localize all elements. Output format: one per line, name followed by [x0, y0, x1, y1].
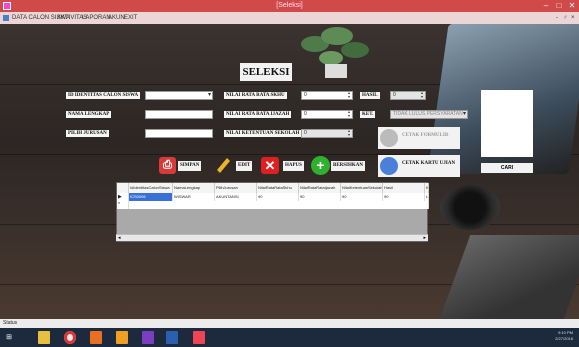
- mdi-close-button[interactable]: ×: [571, 12, 575, 24]
- mdi-minimize-button[interactable]: -: [556, 12, 558, 24]
- nilai-ketentuan-input[interactable]: 0: [301, 129, 353, 138]
- label-nama-lengkap: NAMA LENGKAP: [66, 111, 112, 118]
- new-row[interactable]: [129, 201, 429, 209]
- column-header[interactable]: PilihJurusan: [215, 183, 257, 193]
- nama-lengkap-input[interactable]: [145, 110, 213, 119]
- menu-exit[interactable]: EXIT: [124, 12, 137, 24]
- form-icon: [3, 15, 9, 21]
- column-header[interactable]: NilaiKetentuanSekolah: [341, 183, 383, 193]
- column-header[interactable]: Hasil: [383, 183, 425, 193]
- system-clock[interactable]: 9:10 PM 2/27/2018: [555, 330, 573, 342]
- column-header[interactable]: NilaiRataRataSkhu: [257, 183, 299, 193]
- delete-x-icon[interactable]: ✕: [261, 157, 279, 174]
- menu-bar: DATA CALON SISWA AKTIVITAS LAPORAN AKUN …: [0, 12, 579, 24]
- scroll-right-icon[interactable]: ▸: [423, 235, 426, 241]
- edit-pencil-icon[interactable]: [213, 155, 233, 175]
- hasil-input[interactable]: 0: [390, 91, 426, 100]
- page-title: SELEKSI: [240, 63, 292, 81]
- label-hasil: HASIL: [360, 92, 380, 99]
- label-nilai-ijazah: NILAI RATA RATA IJAZAH: [224, 111, 292, 118]
- column-header[interactable]: NilaiRataRataIjazah: [299, 183, 341, 193]
- label-id-calon-siswa: ID IDENTITAS CALON SISWA: [66, 92, 141, 99]
- status-text: Status: [3, 320, 18, 326]
- cetak-kartu-ujian-label: CETAK KARTU UJIAN: [402, 161, 456, 166]
- table-cell[interactable]: LU: [425, 193, 429, 201]
- cetak-formulir-label: CETAK FORMULIR: [402, 133, 449, 138]
- column-header[interactable]: NamaLengkap: [173, 183, 215, 193]
- photo-box: [481, 90, 533, 157]
- horizontal-scrollbar[interactable]: ◂ ▸: [116, 234, 428, 241]
- maximize-button[interactable]: □: [553, 1, 565, 11]
- simpan-button[interactable]: SIMPAN: [178, 161, 202, 171]
- table-cell[interactable]: 90: [383, 193, 425, 201]
- pilih-jurusan-input[interactable]: [145, 129, 213, 138]
- status-bar: Status: [0, 319, 579, 328]
- column-header[interactable]: Ke: [425, 183, 429, 193]
- grid-corner-header: [117, 183, 129, 193]
- plant-image: [301, 27, 369, 78]
- table-cell[interactable]: ICS0006: [129, 193, 173, 201]
- save-icon[interactable]: ⎙: [159, 157, 176, 174]
- id-calon-siswa-dropdown[interactable]: [145, 91, 213, 100]
- scroll-left-icon[interactable]: ◂: [118, 235, 121, 241]
- taskbar: ⊞ 9:10 PM 2/27/2018: [0, 328, 579, 347]
- mdi-restore-button[interactable]: ♂: [563, 12, 568, 24]
- table-cell[interactable]: WISWAR: [173, 193, 215, 201]
- minimize-button[interactable]: –: [540, 1, 552, 11]
- table-cell[interactable]: 90: [341, 193, 383, 201]
- window-title: [Seleksi]: [276, 2, 303, 9]
- chrome-icon[interactable]: [64, 331, 76, 344]
- label-nilai-skhu: NILAI RATA RATA SKHU: [224, 92, 287, 99]
- visual-studio-icon[interactable]: [142, 331, 154, 344]
- close-button[interactable]: ✕: [566, 1, 578, 11]
- print-card-icon: [380, 157, 398, 175]
- paint-icon[interactable]: [193, 331, 205, 344]
- word-icon[interactable]: [166, 331, 178, 344]
- cetak-kartu-ujian-button[interactable]: CETAK KARTU UJIAN: [378, 155, 460, 177]
- window-titlebar: [Seleksi] – □ ✕: [0, 0, 579, 12]
- nilai-skhu-input[interactable]: 0: [301, 91, 353, 100]
- start-icon[interactable]: ⊞: [3, 331, 15, 344]
- cetak-formulir-button[interactable]: CETAK FORMULIR: [378, 127, 460, 149]
- edit-button[interactable]: EDIT: [236, 161, 253, 171]
- keterangan-dropdown[interactable]: TIDAK LULUS PERSYARATAN: [390, 110, 468, 119]
- clock-date: 2/27/2018: [555, 336, 573, 341]
- table-cell[interactable]: 90: [299, 193, 341, 201]
- label-ket: KET.: [360, 111, 376, 118]
- add-plus-icon[interactable]: +: [311, 156, 330, 175]
- table-cell[interactable]: 90: [257, 193, 299, 201]
- printer-icon: [380, 129, 398, 147]
- media-icon[interactable]: [116, 331, 128, 344]
- coffee-cup-image: [440, 185, 500, 230]
- hapus-button[interactable]: HAPUS: [283, 161, 304, 171]
- nilai-ijazah-input[interactable]: 0: [301, 110, 353, 119]
- bersihkan-button[interactable]: BERSIHKAN: [331, 161, 366, 171]
- column-header[interactable]: IdIdentitasCalonSiswa: [129, 183, 173, 193]
- label-nilai-ketentuan: NILAI KETENTUAN SEKOLAH: [224, 130, 302, 137]
- menu-laporan[interactable]: LAPORAN: [82, 12, 111, 24]
- menu-akun[interactable]: AKUN: [108, 12, 125, 24]
- label-pilih-jurusan: PILIH JURUSAN: [66, 130, 109, 137]
- new-row-marker[interactable]: *: [117, 201, 129, 209]
- row-selector-arrow[interactable]: ▶: [117, 193, 129, 201]
- app-orange-icon[interactable]: [90, 331, 102, 344]
- cari-button[interactable]: CARI: [481, 163, 533, 173]
- table-cell[interactable]: AKUNTANSI: [215, 193, 257, 201]
- data-grid[interactable]: IdIdentitasCalonSiswa NamaLengkap PilihJ…: [116, 182, 429, 242]
- explorer-icon[interactable]: [38, 331, 50, 344]
